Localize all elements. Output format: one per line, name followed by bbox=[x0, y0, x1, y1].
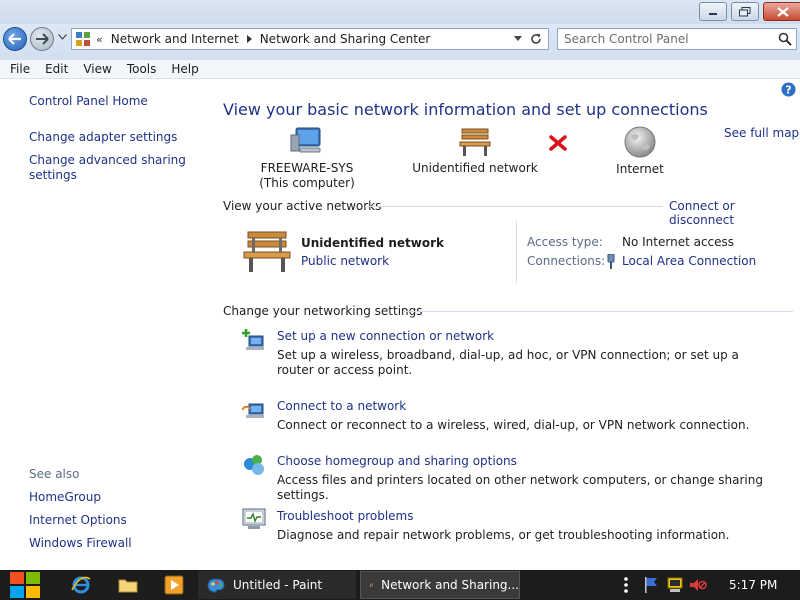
minimize-button[interactable] bbox=[699, 2, 727, 21]
control-panel-taskbar-icon bbox=[370, 583, 374, 587]
bench-icon bbox=[459, 128, 491, 156]
internet-explorer-icon[interactable] bbox=[71, 575, 91, 595]
homegroup-sharing-link[interactable]: Choose homegroup and sharing options bbox=[277, 454, 517, 468]
globe-icon bbox=[624, 126, 656, 158]
change-advanced-sharing-settings-link[interactable]: Change advanced sharing settings bbox=[29, 153, 199, 183]
action-center-flag-icon[interactable] bbox=[643, 576, 659, 594]
new-connection-icon bbox=[242, 329, 264, 350]
taskbar-clock[interactable]: 5:17 PM bbox=[729, 578, 777, 592]
breadcrumb-network-and-sharing-center[interactable]: Network and Sharing Center bbox=[260, 32, 431, 46]
computer-icon bbox=[290, 127, 321, 153]
restore-button[interactable] bbox=[731, 2, 759, 21]
back-button[interactable] bbox=[3, 27, 27, 51]
volume-muted-icon[interactable] bbox=[689, 576, 707, 594]
start-button-icon[interactable] bbox=[7, 571, 43, 599]
close-icon bbox=[777, 6, 789, 17]
taskbar-item-network-sharing[interactable]: Network and Sharing... bbox=[360, 571, 520, 599]
connect-or-disconnect-link[interactable]: Connect or disconnect bbox=[669, 199, 800, 227]
taskbar-item-paint[interactable]: Untitled - Paint bbox=[198, 571, 356, 599]
menu-edit[interactable]: Edit bbox=[45, 62, 68, 76]
left-pane: Control Panel Home Change adapter settin… bbox=[0, 80, 205, 570]
taskbar-network-sharing-label: Network and Sharing... bbox=[381, 578, 519, 592]
computer-name: FREEWARE-SYS bbox=[260, 161, 354, 175]
internet-options-link[interactable]: Internet Options bbox=[29, 513, 199, 528]
homegroup-icon bbox=[244, 455, 264, 475]
restore-icon bbox=[739, 6, 751, 16]
computer-subtitle: (This computer) bbox=[259, 176, 355, 190]
search-box[interactable] bbox=[557, 28, 797, 50]
menu-tools[interactable]: Tools bbox=[127, 62, 157, 76]
homegroup-sharing-description: Access files and printers located on oth… bbox=[277, 473, 763, 502]
navigation-bar: « Network and Internet Network and Shari… bbox=[0, 24, 800, 60]
access-type-label: Access type: bbox=[527, 235, 603, 249]
forward-button[interactable] bbox=[30, 27, 54, 51]
menu-bar: File Edit View Tools Help bbox=[0, 60, 800, 79]
see-also-label: See also bbox=[29, 467, 80, 481]
recent-pages-chevron-icon[interactable] bbox=[58, 34, 67, 40]
network-name: Unidentified network bbox=[412, 161, 538, 175]
breadcrumb-network-and-internet[interactable]: Network and Internet bbox=[111, 32, 239, 46]
menu-help[interactable]: Help bbox=[171, 62, 198, 76]
svg-text:?: ? bbox=[785, 84, 791, 97]
network-tray-icon[interactable] bbox=[667, 576, 683, 594]
homegroup-link[interactable]: HomeGroup bbox=[29, 490, 199, 505]
close-button[interactable] bbox=[763, 2, 800, 21]
troubleshoot-problems-link[interactable]: Troubleshoot problems bbox=[277, 509, 413, 523]
active-networks-divider bbox=[365, 206, 663, 207]
address-dropdown-icon[interactable] bbox=[514, 36, 522, 41]
troubleshoot-problems-description: Diagnose and repair network problems, or… bbox=[277, 528, 730, 542]
map-node-internet[interactable]: Internet bbox=[595, 126, 685, 177]
main-content: ? View your basic network information an… bbox=[205, 80, 800, 570]
change-adapter-settings-link[interactable]: Change adapter settings bbox=[29, 130, 199, 145]
internet-label: Internet bbox=[616, 162, 664, 176]
page-title: View your basic network information and … bbox=[223, 100, 708, 119]
paint-icon bbox=[207, 578, 225, 593]
local-area-connection-link[interactable]: Local Area Connection bbox=[622, 254, 756, 268]
minimize-icon bbox=[709, 12, 717, 15]
windows-firewall-link[interactable]: Windows Firewall bbox=[29, 536, 199, 551]
network-adapter-icon bbox=[607, 254, 615, 269]
troubleshoot-icon bbox=[242, 508, 266, 529]
media-player-icon[interactable] bbox=[164, 575, 184, 595]
connect-to-network-description: Connect or reconnect to a wireless, wire… bbox=[277, 418, 750, 432]
map-node-computer[interactable]: FREEWARE-SYS (This computer) bbox=[255, 127, 359, 191]
setup-connection-link[interactable]: Set up a new connection or network bbox=[277, 329, 494, 343]
control-panel-home-link[interactable]: Control Panel Home bbox=[29, 94, 199, 109]
overflow-chevron-icon[interactable]: « bbox=[96, 33, 103, 46]
help-icon[interactable]: ? bbox=[781, 82, 796, 97]
active-network-separator bbox=[516, 221, 517, 283]
map-node-network[interactable]: Unidentified network bbox=[410, 127, 540, 176]
connections-label: Connections: bbox=[527, 254, 606, 268]
networking-settings-divider bbox=[403, 311, 793, 312]
refresh-icon[interactable] bbox=[528, 31, 544, 47]
connect-to-network-link[interactable]: Connect to a network bbox=[277, 399, 406, 413]
active-network-bench-icon bbox=[243, 231, 291, 272]
taskbar-paint-label: Untitled - Paint bbox=[233, 578, 323, 592]
no-connection-x-icon bbox=[549, 135, 567, 151]
back-arrow-icon bbox=[8, 33, 21, 45]
taskbar: Untitled - Paint Network and Sharing... … bbox=[0, 570, 800, 600]
file-explorer-icon[interactable] bbox=[118, 575, 138, 595]
control-panel-icon bbox=[76, 32, 90, 46]
access-type-value: No Internet access bbox=[622, 235, 735, 249]
networking-settings-header: Change your networking settings bbox=[223, 304, 423, 318]
setup-connection-description: Set up a wireless, broadband, dial-up, a… bbox=[277, 348, 739, 377]
show-hidden-icons-icon[interactable] bbox=[623, 576, 629, 594]
search-input[interactable] bbox=[564, 31, 764, 47]
forward-arrow-icon bbox=[36, 33, 49, 45]
address-bar[interactable]: « Network and Internet Network and Shari… bbox=[71, 28, 549, 50]
network-category-link[interactable]: Public network bbox=[301, 254, 389, 268]
search-icon[interactable] bbox=[778, 32, 792, 46]
breadcrumb-separator-icon[interactable] bbox=[246, 35, 252, 43]
active-network-name: Unidentified network bbox=[301, 236, 444, 250]
connect-network-icon bbox=[242, 403, 264, 418]
active-networks-header: View your active networks bbox=[223, 199, 382, 213]
menu-view[interactable]: View bbox=[83, 62, 111, 76]
menu-file[interactable]: File bbox=[10, 62, 30, 76]
see-full-map-link[interactable]: See full map bbox=[724, 126, 799, 140]
title-bar bbox=[0, 0, 800, 24]
